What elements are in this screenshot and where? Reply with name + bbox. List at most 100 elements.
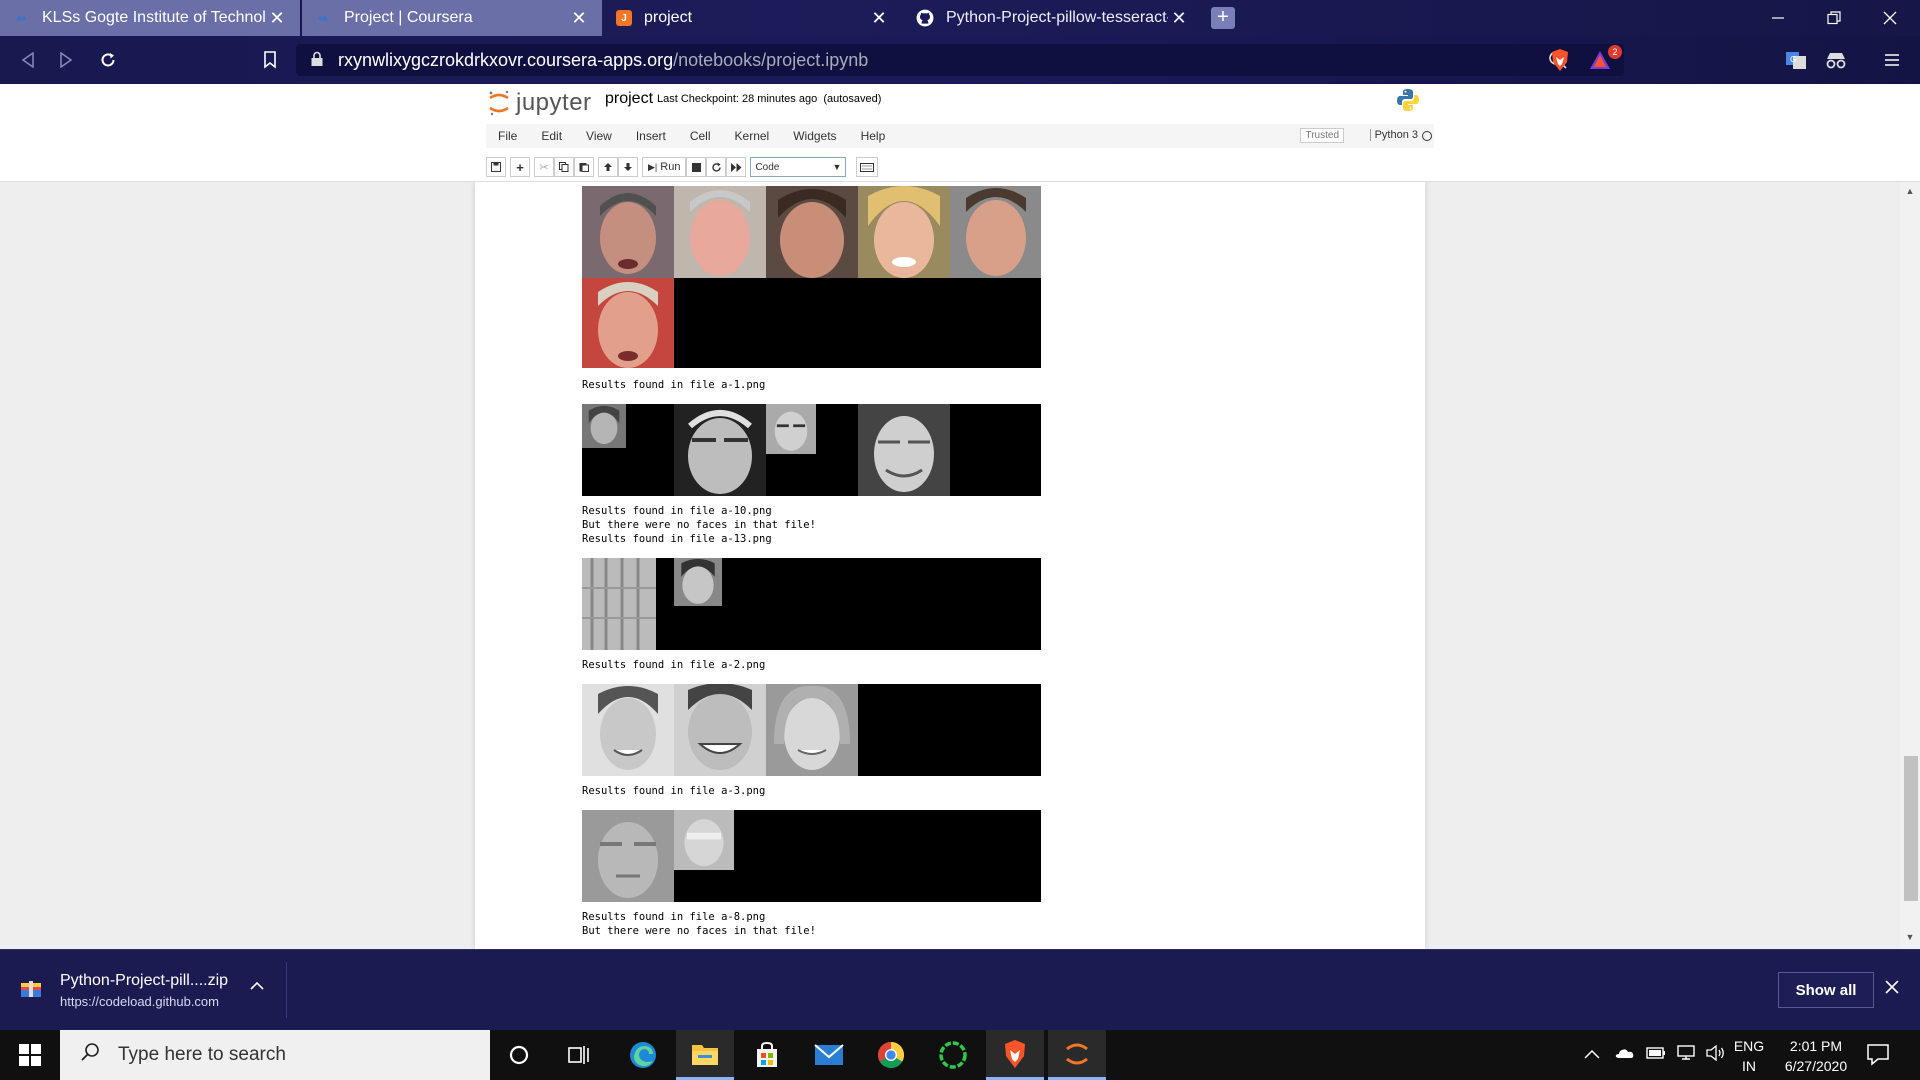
kernel-idle-icon	[1422, 131, 1432, 141]
close-tab-icon[interactable]: ✕	[1168, 8, 1190, 29]
menu-file[interactable]: File	[486, 129, 529, 143]
back-icon[interactable]	[14, 46, 42, 74]
menu-cell[interactable]: Cell	[678, 129, 723, 143]
kernel-name[interactable]: Python 3	[1369, 129, 1418, 141]
windows-taskbar: Type here to search ENG IN 2:01 PM 6/27/…	[0, 1030, 1920, 1080]
download-source: https://codeload.github.com	[60, 993, 219, 1009]
brave-browser-icon[interactable]	[986, 1030, 1044, 1080]
tab-klsgit[interactable]: ∞ KLSs Gogte Institute of Technolog ✕	[0, 0, 300, 36]
scrollbar-thumb[interactable]	[1904, 756, 1918, 901]
microsoft-store-icon[interactable]	[738, 1030, 796, 1080]
move-up-icon[interactable]	[598, 157, 618, 177]
move-down-icon[interactable]	[618, 157, 638, 177]
keyboard-icon[interactable]	[856, 157, 879, 177]
downloads-bar: Python-Project-pill....zip https://codel…	[0, 949, 1920, 1030]
save-icon[interactable]	[486, 157, 506, 177]
taskbar-search-box[interactable]: Type here to search	[60, 1030, 490, 1080]
insert-cell-icon[interactable]: +	[510, 157, 530, 177]
windows-start-icon[interactable]	[0, 1030, 60, 1080]
close-tab-icon[interactable]: ✕	[266, 8, 288, 29]
input-language[interactable]: ENG IN	[1732, 1036, 1766, 1076]
mail-icon[interactable]	[800, 1030, 858, 1080]
tray-chevron-icon[interactable]	[1584, 1046, 1600, 1064]
volume-icon[interactable]	[1706, 1044, 1726, 1066]
close-tab-icon[interactable]: ✕	[568, 8, 590, 29]
task-view-icon[interactable]	[550, 1030, 608, 1080]
scroll-up-icon[interactable]: ▲	[1900, 186, 1920, 200]
cortana-icon[interactable]	[490, 1030, 548, 1080]
bookmark-icon[interactable]	[256, 46, 284, 74]
brave-shields-icon[interactable]	[1548, 48, 1572, 72]
jupyter-logo-icon	[488, 90, 510, 116]
close-downloads-icon[interactable]	[1885, 977, 1899, 1000]
forward-icon[interactable]	[52, 46, 80, 74]
show-all-button[interactable]: Show all	[1778, 972, 1874, 1008]
edge-icon[interactable]	[614, 1030, 672, 1080]
github-icon	[916, 9, 934, 27]
progress-app-icon[interactable]	[924, 1030, 982, 1080]
python-logo-icon	[1396, 88, 1420, 112]
tab-coursera-project[interactable]: ∞ Project | Coursera ✕	[302, 0, 602, 36]
divider	[286, 962, 287, 1018]
menu-edit[interactable]: Edit	[529, 129, 574, 143]
paste-icon[interactable]	[574, 157, 594, 177]
jupyter-wordmark: jupyter	[516, 89, 592, 116]
cell-type-select[interactable]: Code ▼	[750, 157, 847, 177]
minimize-icon[interactable]	[1750, 0, 1806, 36]
menu-help[interactable]: Help	[849, 129, 898, 143]
language-code: ENG	[1733, 1038, 1765, 1054]
contact-sheet-image	[582, 404, 1041, 496]
face-thumbnail	[766, 404, 816, 454]
jupyter-logo[interactable]: jupyter	[488, 89, 592, 117]
face-thumbnail	[582, 684, 674, 776]
jupyter-app-icon[interactable]	[1048, 1030, 1106, 1080]
tab-title: project	[644, 9, 693, 26]
restart-icon[interactable]	[706, 157, 727, 177]
onedrive-icon[interactable]	[1614, 1046, 1634, 1064]
run-button[interactable]: ▶| Run	[642, 157, 687, 177]
private-browsing-icon[interactable]	[1824, 48, 1848, 72]
checkpoint-status: Last Checkpoint: 28 minutes ago (autosav…	[657, 93, 881, 105]
address-bar[interactable]: rxynwlixygczrokdrkxovr.coursera-apps.org…	[296, 44, 1624, 76]
notification-center-icon[interactable]	[1866, 1042, 1892, 1068]
coursera-infinity-icon: ∞	[318, 11, 328, 25]
interrupt-icon[interactable]	[686, 157, 707, 177]
notebook-name[interactable]: project	[605, 90, 653, 108]
notebook-scroll-area[interactable]: Results found in file a-1.png Results fo…	[0, 182, 1920, 949]
run-label: Run	[660, 161, 681, 173]
new-tab-button[interactable]: +	[1211, 7, 1235, 29]
close-window-icon[interactable]	[1862, 0, 1918, 36]
tab-github[interactable]: Python-Project-pillow-tesseract-a ✕	[904, 0, 1202, 36]
tab-project[interactable]: J project ✕	[604, 0, 902, 36]
trusted-indicator[interactable]: Trusted	[1300, 128, 1344, 143]
face-thumbnail	[674, 186, 766, 278]
jupyter-menubar: File Edit View Insert Cell Kernel Widget…	[486, 124, 1434, 148]
output-line: Results found in file a-1.png	[582, 379, 766, 391]
scroll-down-icon[interactable]: ▼	[1900, 932, 1920, 946]
cut-icon[interactable]: ✂	[534, 157, 554, 177]
menu-kernel[interactable]: Kernel	[723, 129, 782, 143]
file-explorer-icon[interactable]	[676, 1030, 734, 1080]
menu-icon[interactable]	[1880, 48, 1904, 72]
menu-view[interactable]: View	[574, 129, 624, 143]
restore-icon[interactable]	[1806, 0, 1862, 36]
rewards-badge: 2	[1608, 45, 1622, 59]
chevron-up-icon[interactable]	[250, 978, 264, 994]
battery-icon[interactable]	[1646, 1046, 1666, 1065]
close-tab-icon[interactable]: ✕	[868, 8, 890, 29]
face-thumbnail	[582, 810, 674, 902]
cell-type-value: Code	[755, 161, 780, 173]
system-tray	[1570, 1030, 1726, 1080]
translate-icon[interactable]: G	[1784, 48, 1808, 72]
clock-time: 2:01 PM	[1789, 1038, 1843, 1054]
reload-icon[interactable]	[94, 46, 122, 74]
taskbar-clock[interactable]: 2:01 PM 6/27/2020	[1774, 1036, 1858, 1076]
download-item[interactable]: Python-Project-pill....zip https://codel…	[20, 962, 228, 1018]
menu-insert[interactable]: Insert	[624, 129, 678, 143]
run-all-icon[interactable]	[726, 157, 747, 177]
lock-icon	[310, 51, 326, 70]
network-icon[interactable]	[1676, 1044, 1696, 1066]
menu-widgets[interactable]: Widgets	[781, 129, 848, 143]
copy-icon[interactable]	[554, 157, 574, 177]
chrome-icon[interactable]	[862, 1030, 920, 1080]
